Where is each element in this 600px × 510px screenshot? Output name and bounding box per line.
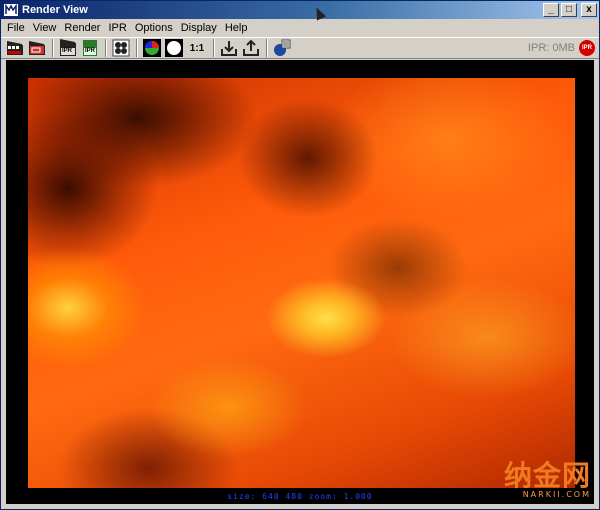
render-region-icon [29,41,45,55]
remove-image-button[interactable] [241,38,261,58]
watermark-logo: 纳金网 [503,459,591,492]
toolbar-separator [266,39,268,57]
remove-image-icon [243,39,259,56]
rendered-fire-image [28,78,575,488]
toolbar-separator [52,39,54,57]
menu-options[interactable]: Options [131,19,177,37]
toolbar-separator [136,39,138,57]
menu-render[interactable]: Render [60,19,104,37]
ipr-render-label: IPR [62,48,73,54]
menu-display[interactable]: Display [177,19,221,37]
maya-render-view-icon [4,3,18,17]
close-button[interactable]: x [581,3,597,17]
toolbar: IPR IPR 1:1 IPR: 0MB IPR [1,37,599,59]
render-globals-button[interactable] [272,38,292,58]
ipr-badge-icon[interactable]: IPR [579,40,595,56]
render-viewport[interactable]: size: 640 480 zoom: 1.000 [6,60,594,504]
minimize-icon: _ [548,4,554,15]
toolbar-separator [105,39,107,57]
maximize-icon: □ [565,4,573,15]
redo-render-button[interactable] [5,38,25,58]
menu-file[interactable]: File [3,19,29,37]
render-region-button[interactable] [27,38,47,58]
alpha-channel-button[interactable] [164,38,184,58]
ipr-memory-status: IPR: 0MB [527,42,575,54]
menu-bar: File View Render IPR Options Display Hel… [1,19,599,37]
close-icon: x [586,4,592,15]
watermark: 纳金网 NARKII.COM [503,459,591,500]
menu-view[interactable]: View [29,19,61,37]
minimize-button[interactable]: _ [543,3,559,17]
real-size-button[interactable]: 1:1 [186,38,208,58]
menu-help[interactable]: Help [221,19,252,37]
refresh-ipr-button[interactable]: IPR [80,38,100,58]
menu-ipr[interactable]: IPR [104,19,130,37]
render-settings-icon [112,39,130,57]
ipr-render-button[interactable]: IPR [58,38,78,58]
refresh-ipr-label: IPR [85,48,96,54]
rgb-channels-button[interactable] [142,38,162,58]
redo-render-icon [7,41,23,55]
toolbar-separator [213,39,215,57]
real-size-icon: 1:1 [189,42,205,54]
render-view-window: Render View _ □ x File View Render IPR O… [0,0,600,510]
alpha-channel-icon [165,39,183,57]
maximize-button[interactable]: □ [561,3,577,17]
title-bar[interactable]: Render View _ □ x [1,1,599,19]
window-title: Render View [22,4,88,16]
render-settings-button[interactable] [111,38,131,58]
render-globals-icon [274,39,291,56]
rgb-channels-icon [143,39,161,57]
keep-image-button[interactable] [219,38,239,58]
keep-image-icon [221,41,237,56]
